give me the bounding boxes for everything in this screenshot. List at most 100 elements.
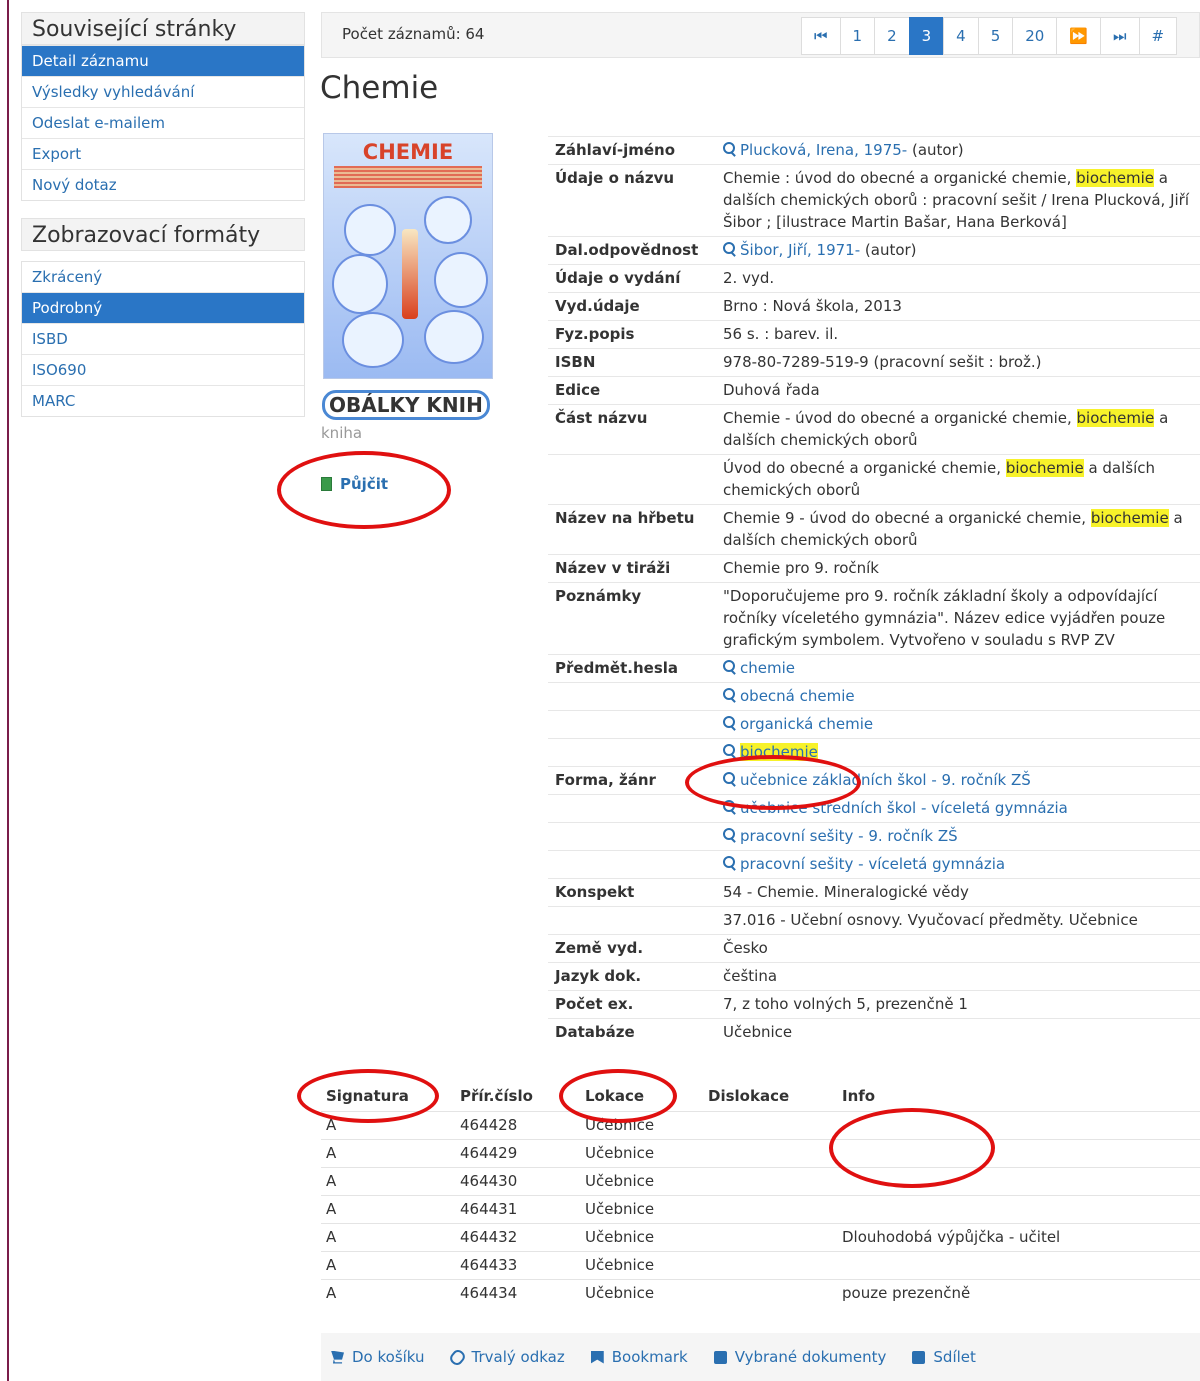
sidebar-item-send-email[interactable]: Odeslat e-mailem	[22, 107, 304, 138]
page-5[interactable]: 5	[977, 17, 1014, 55]
field-value: 37.016 - Učební osnovy. Vyučovací předmě…	[716, 906, 1200, 935]
cover-subtitle-stripes	[334, 166, 482, 188]
cell-signatura: A	[321, 1195, 455, 1224]
permalink-button[interactable]: Trvalý odkaz	[447, 1347, 565, 1367]
coauthor-link[interactable]: Šibor, Jiří, 1971-	[723, 241, 860, 259]
field-row: Název na hřbetu Chemie 9 - úvod do obecné…	[548, 504, 1200, 555]
left-edge-bar	[7, 0, 9, 1381]
record-title: Chemie	[320, 70, 439, 106]
cell-signatura: A	[321, 1167, 455, 1196]
bookmark-button[interactable]: Bookmark	[590, 1348, 688, 1366]
first-page-button[interactable]: ⏮	[801, 17, 841, 55]
cell-info	[837, 1251, 1200, 1280]
format-marc[interactable]: MARC	[22, 385, 304, 416]
table-row: A 464433 Učebnice	[321, 1251, 1200, 1280]
cell-signatura: A	[321, 1251, 455, 1280]
field-row: Název v tiráži Chemie pro 9. ročník	[548, 554, 1200, 583]
cover-test-tube	[402, 229, 418, 319]
table-row: A 464431 Učebnice	[321, 1195, 1200, 1224]
search-icon	[723, 660, 736, 674]
field-value: 2. vyd.	[716, 264, 1200, 293]
field-value: 978-80-7289-519-9 (pracovní sešit : brož…	[716, 348, 1200, 377]
field-row: pracovní sešity - víceletá gymnázia	[548, 850, 1200, 879]
col-dislocation[interactable]: Dislokace	[703, 1083, 837, 1112]
genre-link[interactable]: pracovní sešity - 9. ročník ZŠ	[723, 827, 958, 845]
field-value: Duhová řada	[716, 376, 1200, 405]
field-row: 37.016 - Učební osnovy. Vyučovací předmě…	[548, 906, 1200, 935]
field-row: pracovní sešity - 9. ročník ZŠ	[548, 822, 1200, 851]
field-row: Údaje o názvu Chemie : úvod do obecné a o…	[548, 164, 1200, 237]
field-row: Úvod do obecné a organické chemie, bioch…	[548, 454, 1200, 505]
cell-dislocation	[703, 1139, 837, 1168]
sidebar-item-search-results[interactable]: Výsledky vyhledávání	[22, 76, 304, 107]
cell-info	[837, 1195, 1200, 1224]
format-iso690[interactable]: ISO690	[22, 354, 304, 385]
format-detailed[interactable]: Podrobný	[22, 292, 304, 323]
record-detail-table: Záhlaví-jméno Plucková, Irena, 1975- (aut…	[548, 136, 1200, 1046]
field-label: Záhlaví-jméno	[548, 136, 716, 165]
add-to-cart-button[interactable]: Do košíku	[331, 1348, 425, 1366]
cover-circle	[332, 254, 388, 314]
field-row: Část názvu Chemie - úvod do obecné a orga…	[548, 404, 1200, 455]
field-label-empty	[548, 906, 716, 935]
facebook-icon	[912, 1350, 926, 1364]
share-button[interactable]: Sdílet	[912, 1348, 976, 1366]
field-value: Brno : Nová škola, 2013	[716, 292, 1200, 321]
col-info[interactable]: Info	[837, 1083, 1200, 1112]
cover-circle	[434, 252, 488, 308]
sidebar-item-export[interactable]: Export	[22, 138, 304, 169]
page-1[interactable]: 1	[839, 17, 876, 55]
items-header-row: Signatura Přír.číslo Lokace Dislokace In…	[321, 1083, 1200, 1112]
cell-dislocation	[703, 1111, 837, 1140]
format-isbd[interactable]: ISBD	[22, 323, 304, 354]
part-value: Úvod do obecné a organické chemie, bioch…	[716, 454, 1200, 505]
field-row: Forma, žánr učebnice základních škol - 9.…	[548, 766, 1200, 795]
page-3-current[interactable]: 3	[908, 17, 945, 55]
book-cover-image[interactable]: CHEMIE	[323, 133, 493, 379]
field-row: organická chemie	[548, 710, 1200, 739]
field-row: Předmět.hesla chemie	[548, 654, 1200, 683]
subject-link[interactable]: organická chemie	[723, 715, 873, 733]
search-icon	[723, 142, 736, 156]
table-row: A 464429 Učebnice	[321, 1139, 1200, 1168]
search-icon	[723, 242, 736, 256]
sidebar-item-new-query[interactable]: Nový dotaz	[22, 169, 304, 200]
last-page-button[interactable]: ⏭	[1100, 17, 1140, 55]
next-page-button[interactable]: ⏩	[1056, 17, 1102, 55]
hash-button[interactable]: #	[1138, 17, 1178, 55]
field-value: "Doporučujeme pro 9. ročník základní ško…	[716, 582, 1200, 655]
coauthor-role: (autor)	[860, 241, 917, 259]
cell-number: 464433	[455, 1251, 580, 1280]
selected-documents-button[interactable]: Vybrané dokumenty	[713, 1348, 886, 1366]
field-value: Chemie pro 9. ročník	[716, 554, 1200, 583]
annotation-ring-info	[829, 1108, 995, 1188]
page-4[interactable]: 4	[943, 17, 979, 55]
cell-number: 464432	[455, 1223, 580, 1252]
subject-link[interactable]: obecná chemie	[723, 687, 855, 705]
table-row: A 464434 Učebnice pouze prezenčně	[321, 1279, 1200, 1307]
page-2[interactable]: 2	[874, 17, 910, 55]
author-link[interactable]: Plucková, Irena, 1975-	[723, 141, 907, 159]
cell-dislocation	[703, 1251, 837, 1280]
field-label: Dal.odpovědnost	[548, 236, 716, 265]
sidebar-item-record-detail[interactable]: Detail záznamu	[22, 45, 304, 76]
cell-dislocation	[703, 1167, 837, 1196]
field-row: Údaje o vydání 2. vyd.	[548, 264, 1200, 293]
field-row: biochemie	[548, 738, 1200, 767]
field-row: Země vyd. Česko	[548, 934, 1200, 963]
format-short[interactable]: Zkrácený	[22, 262, 304, 292]
cell-location: Učebnice	[580, 1167, 703, 1196]
cell-location: Učebnice	[580, 1279, 703, 1307]
field-row: Edice Duhová řada	[548, 376, 1200, 405]
display-formats-heading: Zobrazovací formáty	[21, 218, 305, 251]
annotation-ring-signatura	[297, 1069, 439, 1123]
subject-link[interactable]: chemie	[723, 659, 795, 677]
field-label: Jazyk dok.	[548, 962, 716, 991]
bookmark-icon	[590, 1350, 604, 1364]
table-row: A 464428 Učebnice	[321, 1111, 1200, 1140]
annotation-ring-lokace	[559, 1069, 677, 1123]
display-formats-list: Zkrácený Podrobný ISBD ISO690 MARC	[21, 261, 305, 417]
genre-link[interactable]: pracovní sešity - víceletá gymnázia	[723, 855, 1005, 873]
field-value: 7, z toho volných 5, prezenčně 1	[716, 990, 1200, 1019]
page-20[interactable]: 20	[1012, 17, 1058, 55]
